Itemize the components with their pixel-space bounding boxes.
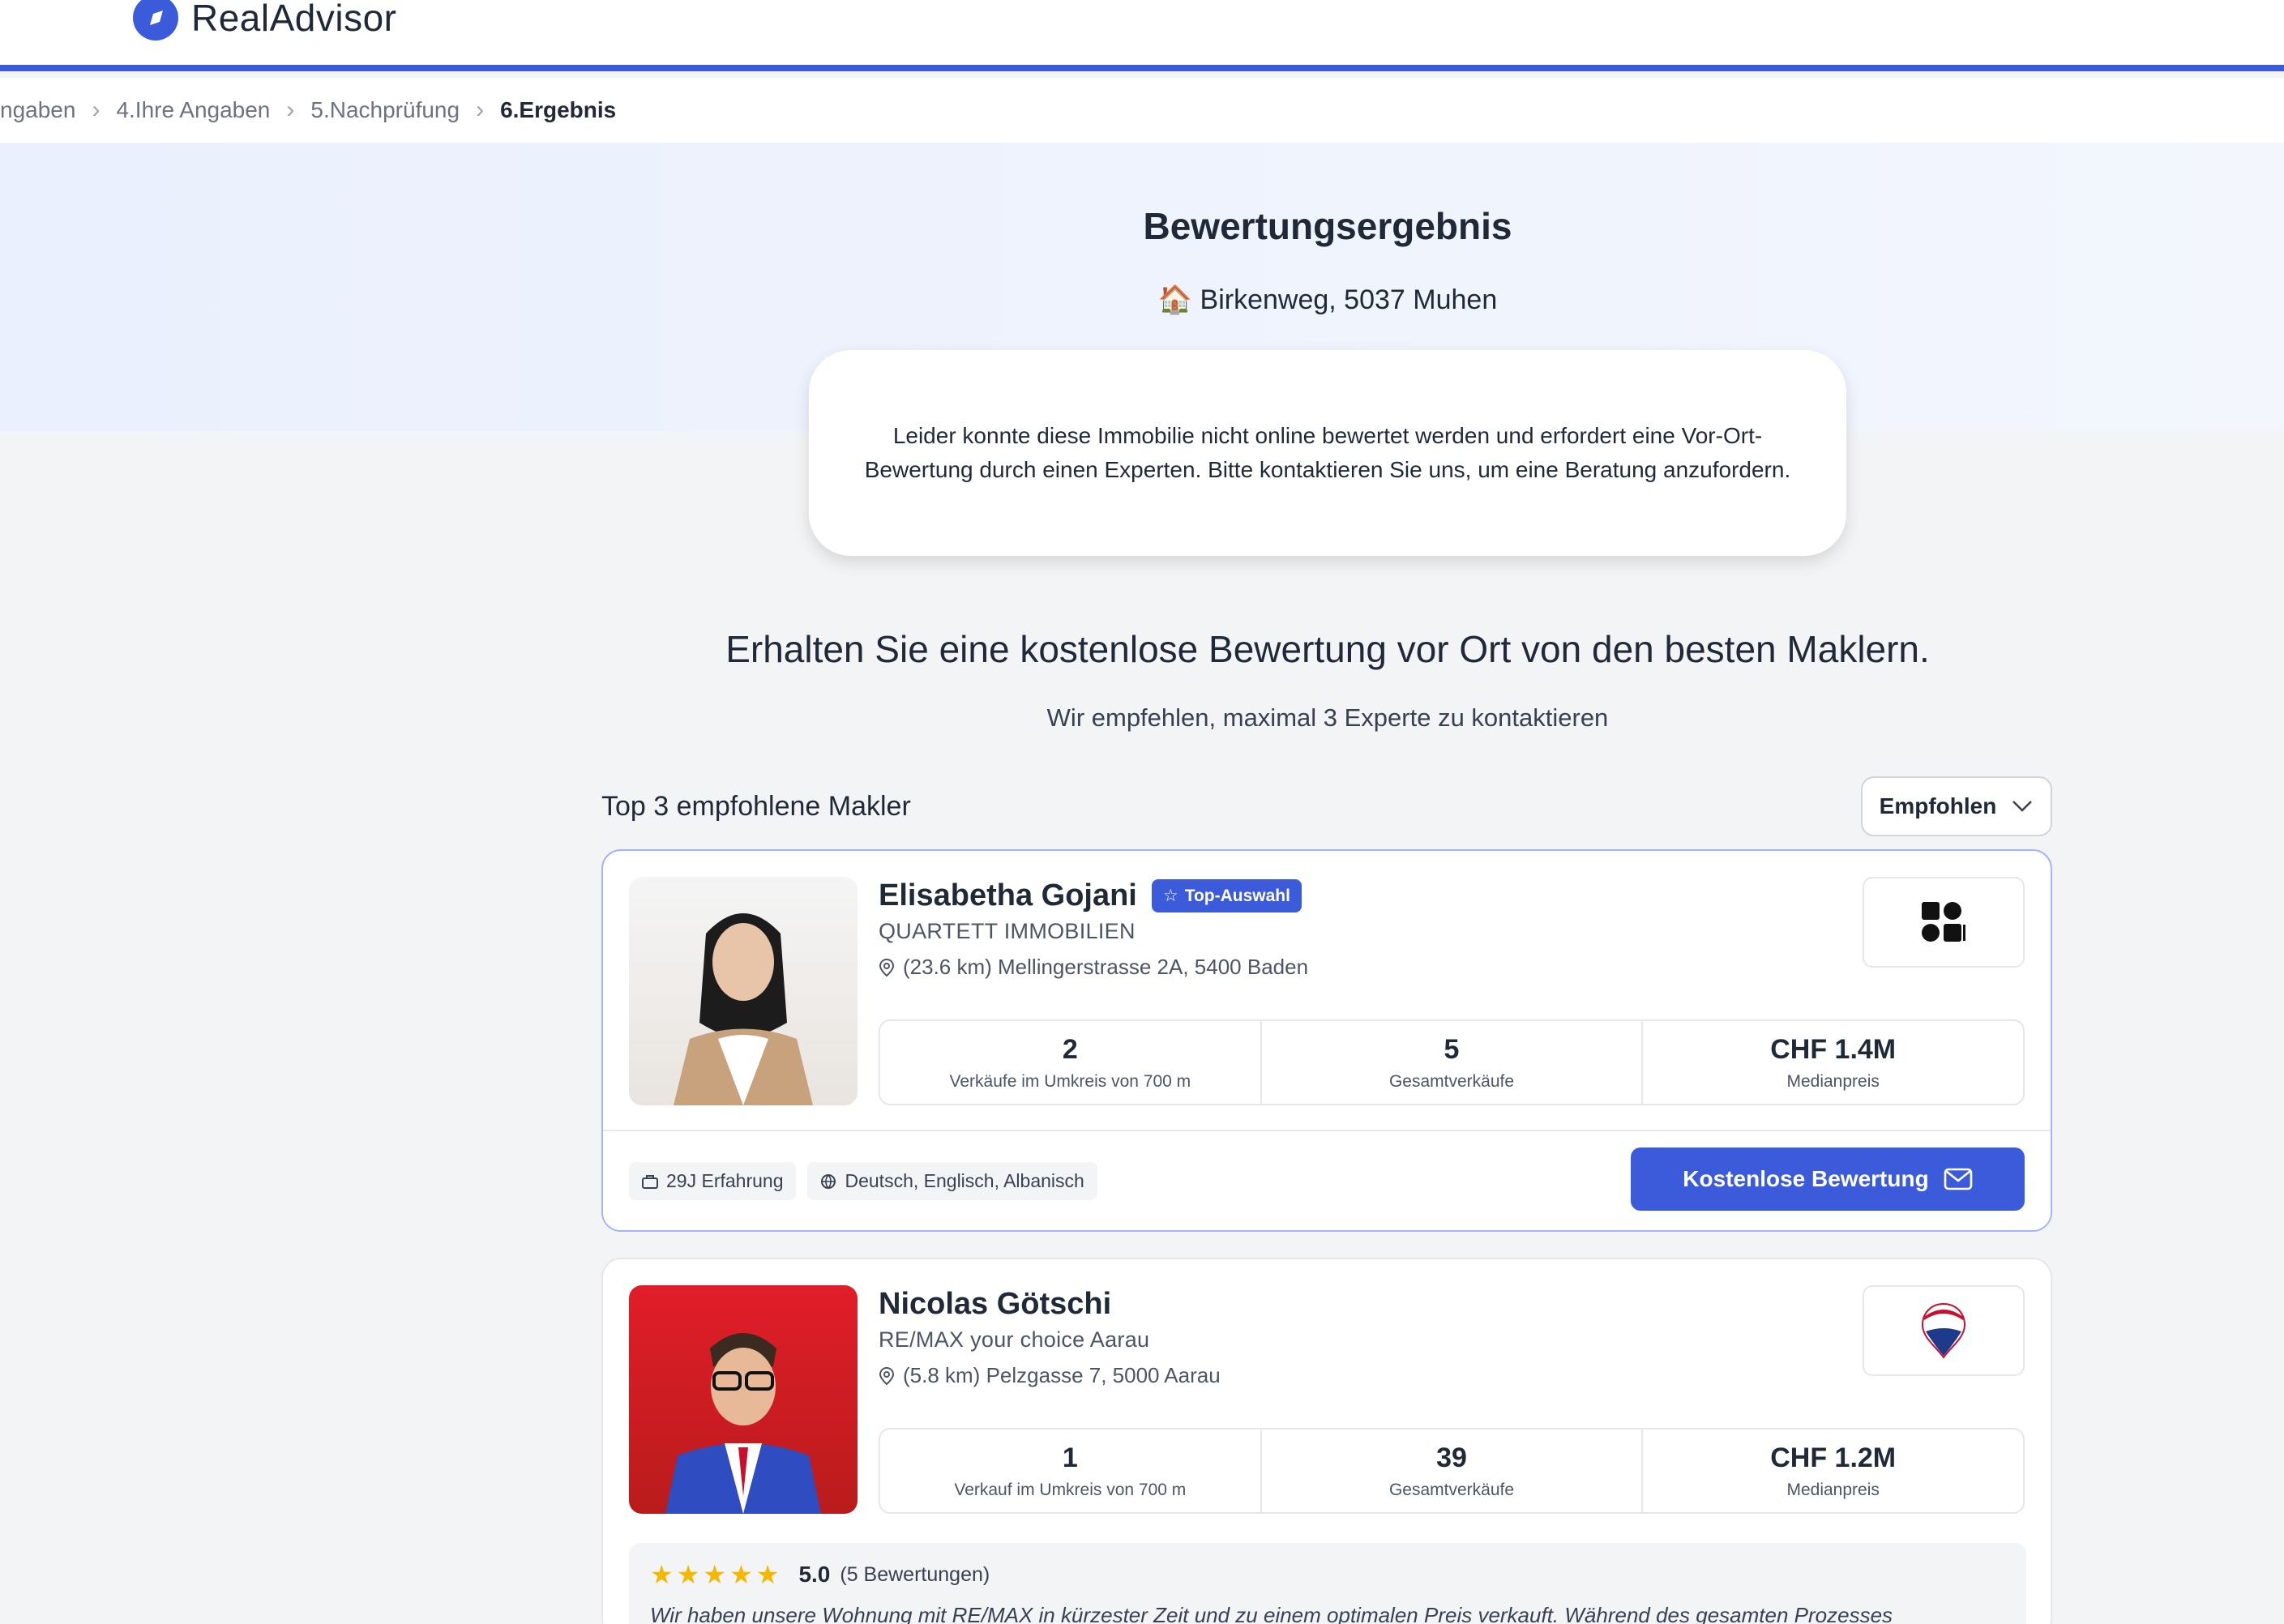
brand-logo[interactable]: RealAdvisor bbox=[133, 0, 397, 41]
star-rating-icon: ★★★★★ bbox=[650, 1560, 783, 1589]
breadcrumb-step-3[interactable]: ngaben bbox=[0, 97, 75, 123]
agency-name: RE/MAX your choice Aarau bbox=[879, 1327, 1150, 1352]
stat-label: Gesamtverkäufe bbox=[1388, 1071, 1515, 1091]
breadcrumb-label: ngaben bbox=[0, 97, 76, 122]
realadvisor-logo-icon bbox=[133, 0, 178, 41]
agent-stats: 2 Verkäufe im Umkreis von 700 m 5 Gesamt… bbox=[879, 1019, 2025, 1105]
stat-value: 5 bbox=[1444, 1033, 1460, 1065]
chevron-right-icon: › bbox=[92, 96, 101, 123]
badge-label: Top-Auswahl bbox=[1184, 886, 1290, 905]
agent-photo bbox=[629, 877, 858, 1105]
agent-photo bbox=[629, 1285, 858, 1514]
chip-label: 29J Erfahrung bbox=[666, 1170, 784, 1191]
sort-label: Empfohlen bbox=[1879, 793, 1997, 818]
agent-list-title: Top 3 empfohlene Makler bbox=[601, 790, 911, 822]
experience-chip: 29J Erfahrung bbox=[629, 1162, 797, 1200]
stat-value: 39 bbox=[1436, 1442, 1467, 1473]
location-text: (23.6 km) Mellingerstrasse 2A, 5400 Bade… bbox=[903, 955, 1309, 979]
agency-logo bbox=[1863, 877, 2025, 968]
stat-label: Verkäufe im Umkreis von 700 m bbox=[949, 1071, 1191, 1091]
agent-card[interactable]: Elisabetha Gojani ☆ Top-Auswahl QUARTETT… bbox=[601, 849, 2052, 1232]
property-address: 🏠 Birkenweg, 5037 Muhen bbox=[0, 284, 2284, 316]
stat-label: Verkauf im Umkreis von 700 m bbox=[954, 1480, 1187, 1499]
valuation-notice: Leider konnte diese Immobilie nicht onli… bbox=[809, 350, 1846, 556]
address-text: Birkenweg, 5037 Muhen bbox=[1200, 284, 1498, 315]
stat-nearby-sales: 1 Verkauf im Umkreis von 700 m bbox=[880, 1430, 1262, 1512]
mail-icon bbox=[1944, 1168, 1972, 1190]
stat-median-price: CHF 1.2M Medianpreis bbox=[1643, 1430, 2023, 1512]
rating-count: (5 Bewertungen) bbox=[840, 1562, 990, 1586]
stat-label: Medianpreis bbox=[1786, 1071, 1880, 1091]
stat-value: CHF 1.4M bbox=[1770, 1033, 1897, 1065]
agent-name: Elisabetha Gojani bbox=[879, 878, 1137, 912]
chip-label: Deutsch, Englisch, Albanisch bbox=[845, 1170, 1084, 1191]
chevron-down-icon bbox=[2012, 801, 2033, 812]
agent-location: (23.6 km) Mellingerstrasse 2A, 5400 Bade… bbox=[879, 955, 1308, 980]
free-valuation-button[interactable]: Kostenlose Bewertung bbox=[1631, 1147, 2025, 1211]
quartett-logo-icon bbox=[1922, 902, 1965, 942]
section-subtitle: Wir empfehlen, maximal 3 Experte zu kont… bbox=[1046, 703, 1609, 732]
agent-name-row: Elisabetha Gojani ☆ Top-Auswahl bbox=[879, 878, 1302, 913]
top-navigation-bar: RealAdvisor bbox=[0, 0, 2284, 71]
rating-score: 5.0 bbox=[798, 1562, 831, 1587]
agent-location: (5.8 km) Pelzgasse 7, 5000 Aarau bbox=[879, 1363, 1221, 1388]
breadcrumb-label: 6.Ergebnis bbox=[500, 97, 617, 122]
rating-row: ★★★★★ 5.0 (5 Bewertungen) bbox=[650, 1559, 2005, 1590]
review-text: Wir haben unsere Wohnung mit RE/MAX in k… bbox=[650, 1603, 1893, 1624]
agency-name: QUARTETT IMMOBILIEN bbox=[879, 919, 1136, 943]
review-box: ★★★★★ 5.0 (5 Bewertungen) Wir haben unse… bbox=[629, 1543, 2026, 1624]
top-choice-badge: ☆ Top-Auswahl bbox=[1151, 879, 1302, 912]
stat-label: Gesamtverkäufe bbox=[1388, 1480, 1515, 1499]
agency-logo bbox=[1863, 1285, 2025, 1376]
breadcrumb-step-5[interactable]: 5.Nachprüfung bbox=[310, 97, 460, 123]
breadcrumb: ngaben › 4.Ihre Angaben › 5.Nachprüfung … bbox=[0, 78, 2284, 143]
agent-name-row: Nicolas Götschi bbox=[879, 1287, 1111, 1322]
brand-name: RealAdvisor bbox=[191, 0, 397, 39]
agent-stats: 1 Verkauf im Umkreis von 700 m 39 Gesamt… bbox=[879, 1428, 2025, 1514]
breadcrumb-step-6: 6.Ergebnis bbox=[500, 97, 616, 123]
briefcase-icon bbox=[642, 1174, 658, 1189]
breadcrumb-step-4[interactable]: 4.Ihre Angaben bbox=[116, 97, 270, 123]
stat-value: 1 bbox=[1062, 1442, 1078, 1473]
agent-list-header: Top 3 empfohlene Makler Empfohlen bbox=[601, 776, 2052, 836]
button-label: Kostenlose Bewertung bbox=[1683, 1166, 1929, 1191]
stat-value: CHF 1.2M bbox=[1770, 1442, 1897, 1473]
agent-chips: 29J Erfahrung Deutsch, Englisch, Albanis… bbox=[629, 1162, 1097, 1200]
page-title: Bewertungsergebnis bbox=[1143, 205, 1512, 247]
card-footer: 29J Erfahrung Deutsch, Englisch, Albanis… bbox=[603, 1130, 2051, 1230]
location-text: (5.8 km) Pelzgasse 7, 5000 Aarau bbox=[903, 1363, 1221, 1387]
stat-median-price: CHF 1.4M Medianpreis bbox=[1643, 1021, 2023, 1104]
breadcrumb-label: 5.Nachprüfung bbox=[310, 97, 460, 122]
chevron-right-icon: › bbox=[476, 96, 485, 123]
languages-chip: Deutsch, Englisch, Albanisch bbox=[807, 1162, 1097, 1200]
agent-card[interactable]: Nicolas Götschi RE/MAX your choice Aarau… bbox=[601, 1258, 2052, 1624]
map-pin-icon bbox=[879, 958, 895, 977]
remax-balloon-icon bbox=[1921, 1302, 1966, 1359]
stat-total-sales: 39 Gesamtverkäufe bbox=[1262, 1430, 1644, 1512]
stat-nearby-sales: 2 Verkäufe im Umkreis von 700 m bbox=[880, 1021, 1262, 1104]
star-outline-icon: ☆ bbox=[1162, 887, 1178, 905]
agent-name: Nicolas Götschi bbox=[879, 1287, 1112, 1321]
chevron-right-icon: › bbox=[286, 96, 295, 123]
section-title: Erhalten Sie eine kostenlose Bewertung v… bbox=[725, 628, 1930, 670]
stat-value: 2 bbox=[1062, 1033, 1078, 1065]
stat-total-sales: 5 Gesamtverkäufe bbox=[1262, 1021, 1644, 1104]
breadcrumb-label: 4.Ihre Angaben bbox=[116, 97, 271, 122]
house-icon: 🏠 bbox=[1157, 284, 1193, 315]
sort-dropdown[interactable]: Empfohlen bbox=[1861, 776, 2052, 836]
globe-icon bbox=[821, 1173, 836, 1189]
stat-label: Medianpreis bbox=[1786, 1480, 1880, 1499]
map-pin-icon bbox=[879, 1366, 895, 1385]
